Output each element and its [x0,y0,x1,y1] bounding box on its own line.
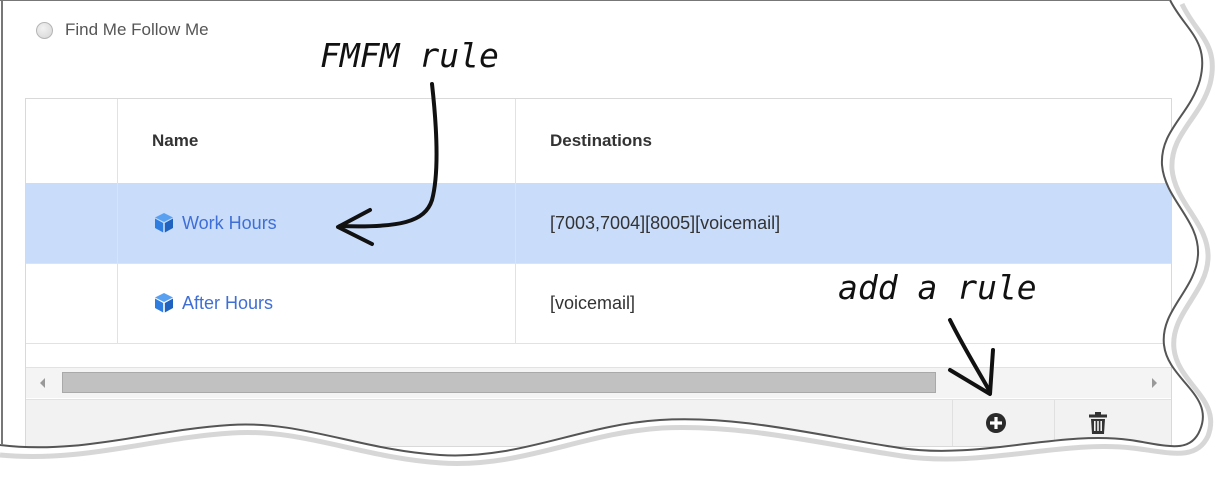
fmfm-panel: Find Me Follow Me Name Destinations Work… [0,0,1223,489]
torn-edge-frame [0,0,1223,489]
annotation-fmfm-rule: FMFM rule [320,36,499,75]
annotation-add-rule: add a rule [838,268,1037,307]
